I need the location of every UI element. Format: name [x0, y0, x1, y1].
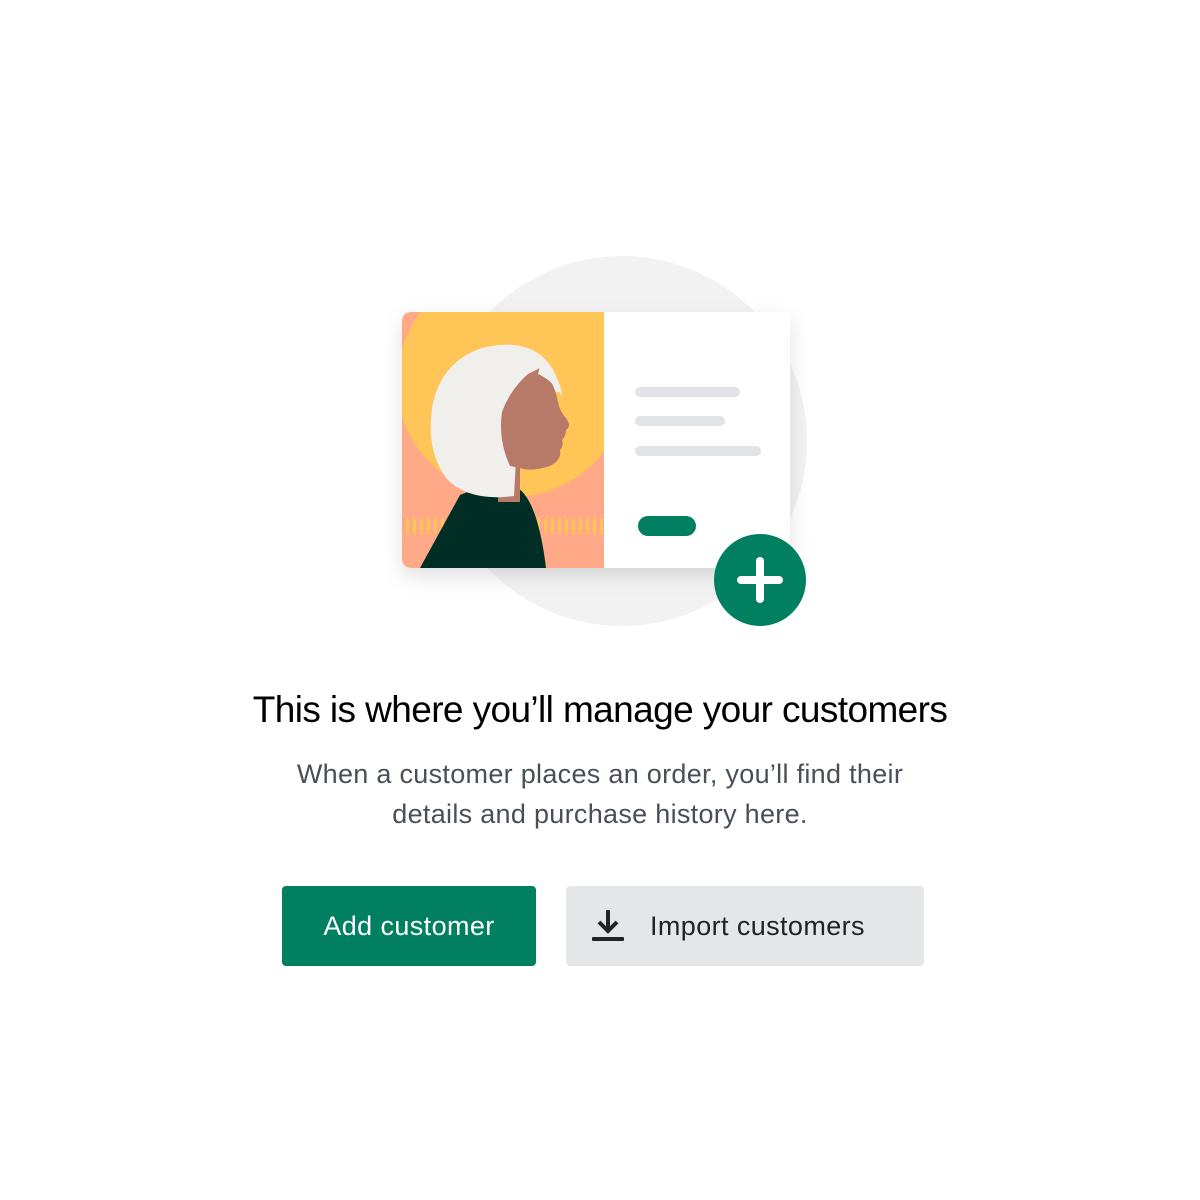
empty-state-description: When a customer places an order, you’ll …	[250, 754, 950, 834]
add-customer-button-label: Add customer	[323, 910, 495, 941]
import-customers-button[interactable]: Import customers	[566, 886, 924, 966]
description-line-2: details and purchase history here.	[392, 799, 808, 829]
card-line-2	[635, 416, 725, 426]
description-line-1: When a customer places an order, you’ll …	[296, 759, 904, 789]
import-customers-button-label: Import customers	[650, 910, 865, 941]
card-line-3	[635, 446, 761, 456]
import-download-icon	[588, 906, 628, 946]
card-green-pill	[638, 516, 696, 536]
plus-circle-icon	[714, 534, 806, 626]
add-customer-button[interactable]: Add customer	[282, 886, 536, 966]
card-line-1	[635, 387, 740, 397]
customers-empty-state: This is where you’ll manage your custome…	[0, 0, 1200, 1200]
page-title: This is where you’ll manage your custome…	[252, 689, 948, 730]
customer-portrait	[402, 312, 604, 568]
customer-card-illustration	[380, 240, 840, 650]
